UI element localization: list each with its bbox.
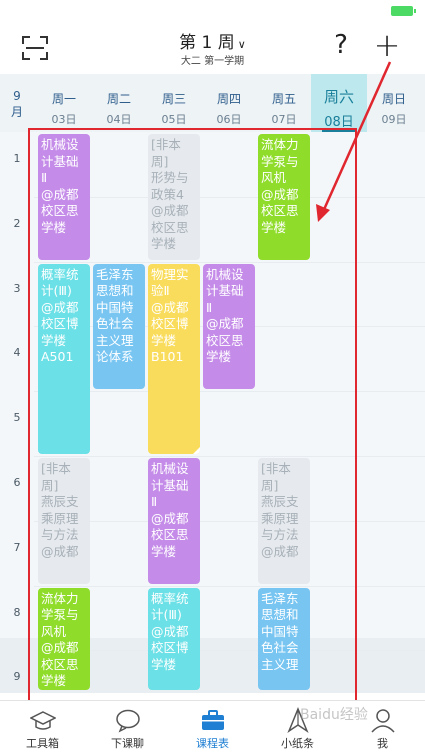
chat-bubble-icon xyxy=(115,707,141,733)
semester-label: 大二 第一学期 xyxy=(180,56,245,67)
day-column-3[interactable]: 周三 05日 xyxy=(146,74,202,132)
battery-icon xyxy=(391,6,416,16)
tab-label: 我 xyxy=(377,737,388,750)
week-title: 第 1 周 xyxy=(179,33,235,53)
week-selector[interactable]: 第 1 周 ∨ xyxy=(0,28,425,53)
status-bar xyxy=(0,0,425,22)
day-name: 周一 xyxy=(51,92,76,106)
tab-label: 下课聊 xyxy=(111,737,144,750)
day-name: 周二 xyxy=(106,92,131,106)
day-name: 周三 xyxy=(161,92,186,106)
day-column-7[interactable]: 周日 09日 xyxy=(366,74,422,132)
chevron-down-icon: ∨ xyxy=(237,38,246,51)
day-header-row: 9 月 周一 03日 周二 04日 周三 05日 周四 06日 周五 07日 周六 08日 周日 09日 xyxy=(0,74,425,132)
day-name: 周日 xyxy=(381,92,406,106)
day-date: 09日 xyxy=(381,113,407,126)
add-course-button[interactable]: + xyxy=(373,26,401,64)
day-column-1[interactable]: 周一 03日 xyxy=(36,74,92,132)
person-icon xyxy=(370,707,396,733)
day-column-4[interactable]: 周四 06日 xyxy=(201,74,257,132)
day-column-2[interactable]: 周二 04日 xyxy=(91,74,147,132)
day-date: 07日 xyxy=(271,113,297,126)
day-date: 03日 xyxy=(51,113,77,126)
day-column-6[interactable]: 周六 08日 xyxy=(311,74,367,132)
day-date: 04日 xyxy=(106,113,132,126)
day-name: 周五 xyxy=(271,92,296,106)
day-name: 周六 xyxy=(323,88,354,106)
tab-label: 课程表 xyxy=(196,737,229,750)
tab-label: 工具箱 xyxy=(26,737,59,750)
tab-label: 小纸条 xyxy=(281,737,314,750)
help-button[interactable]: ? xyxy=(328,30,354,60)
month-label: 9 月 xyxy=(10,89,23,119)
day-column-5[interactable]: 周五 07日 xyxy=(256,74,312,132)
app-header: 第 1 周 ∨ 大二 第一学期 ? + xyxy=(0,22,425,74)
tab-1[interactable]: 工具箱 xyxy=(0,701,85,756)
day-name: 周四 xyxy=(216,92,241,106)
day-date: 05日 xyxy=(161,113,187,126)
briefcase-icon xyxy=(200,707,226,733)
annotation-highlight-box xyxy=(28,128,357,702)
tab-2[interactable]: 下课聊 xyxy=(85,701,170,756)
graduation-cap-icon xyxy=(29,707,57,733)
tab-3[interactable]: 课程表 xyxy=(170,701,255,756)
day-date: 06日 xyxy=(216,113,242,126)
watermark: Baidu经验 xyxy=(300,707,368,723)
